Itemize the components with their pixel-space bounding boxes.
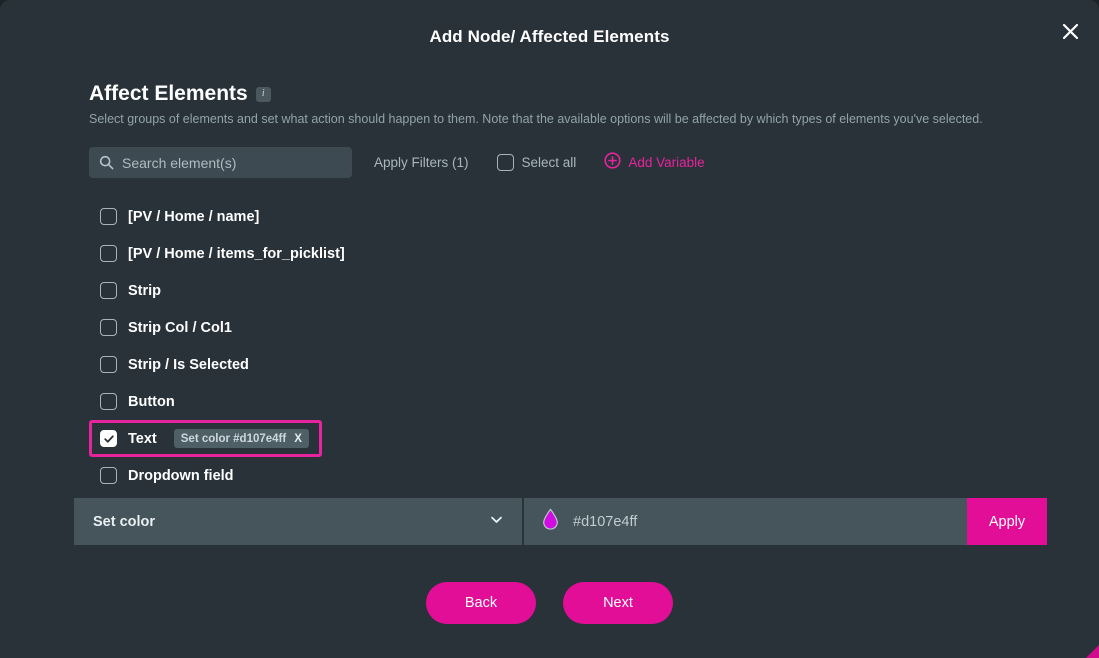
search-placeholder: Search element(s): [122, 154, 237, 171]
footer-buttons: Back Next: [0, 582, 1099, 624]
element-list-item[interactable]: Text Set color #d107e4ff X: [89, 420, 322, 457]
checkbox-box[interactable]: [100, 467, 117, 484]
info-icon[interactable]: i: [255, 86, 271, 102]
checkbox-box[interactable]: [100, 356, 117, 373]
element-list-item[interactable]: Dropdown field: [89, 457, 245, 494]
toolbar: Search element(s) Apply Filters (1) Sele…: [89, 147, 705, 178]
element-list-item-label: Strip / Is Selected: [128, 356, 249, 373]
element-list-item-label: Strip Col / Col1: [128, 319, 232, 336]
section-title: Affect Elements: [89, 82, 248, 105]
element-list-item[interactable]: Strip / Is Selected: [89, 346, 260, 383]
next-button[interactable]: Next: [563, 582, 673, 624]
apply-button[interactable]: Apply: [967, 498, 1047, 545]
checkbox-box: [496, 154, 514, 171]
add-variable-label: Add Variable: [628, 155, 705, 170]
checkbox-box[interactable]: [100, 430, 117, 447]
page-title: Add Node/ Affected Elements: [429, 27, 670, 46]
apply-filters-button[interactable]: Apply Filters (1): [374, 155, 469, 170]
element-list: [PV / Home / name] [PV / Home / items_for…: [89, 198, 649, 494]
remove-tag-icon[interactable]: X: [294, 433, 302, 445]
color-value-text: #d107e4ff: [573, 513, 638, 530]
plus-circle-icon: [604, 151, 621, 174]
section-header: Affect Elements i: [89, 82, 271, 106]
action-type-dropdown[interactable]: Set color: [74, 498, 522, 545]
checkbox-box[interactable]: [100, 393, 117, 410]
close-icon[interactable]: [1053, 14, 1087, 48]
checkbox-box[interactable]: [100, 319, 117, 336]
select-all-label: Select all: [521, 155, 577, 170]
add-node-modal: Add Node/ Affected Elements Affect Eleme…: [0, 0, 1099, 658]
element-list-item-label: Strip: [128, 282, 162, 299]
element-list-item-label: [PV / Home / items_for_picklist]: [128, 245, 345, 262]
element-list-item-label: [PV / Home / name]: [128, 208, 260, 225]
back-button[interactable]: Back: [426, 582, 536, 624]
resize-handle[interactable]: [1086, 645, 1099, 658]
select-all-checkbox[interactable]: Select all: [496, 154, 577, 171]
add-variable-button[interactable]: Add Variable: [604, 151, 705, 174]
checkbox-box[interactable]: [100, 208, 117, 225]
element-list-item[interactable]: Strip: [89, 272, 172, 309]
element-list-item[interactable]: [PV / Home / items_for_picklist]: [89, 235, 356, 272]
element-action-tag: Set color #d107e4ff X: [173, 429, 309, 448]
checkbox-box[interactable]: [100, 245, 117, 262]
element-list-item[interactable]: [PV / Home / name]: [89, 198, 270, 235]
color-droplet-icon[interactable]: [541, 508, 560, 535]
element-list-item-label: Button: [128, 393, 175, 410]
element-list-item-label: Dropdown field: [128, 467, 234, 484]
section-description: Select groups of elements and set what a…: [89, 112, 983, 126]
action-bar: Set color #d107e4ff Apply: [74, 498, 1047, 545]
element-list-item[interactable]: Button: [89, 383, 186, 420]
color-value-input[interactable]: #d107e4ff: [524, 498, 967, 545]
element-list-item[interactable]: Strip Col / Col1: [89, 309, 243, 346]
checkbox-box[interactable]: [100, 282, 117, 299]
element-action-tag-label: Set color #d107e4ff: [180, 432, 287, 445]
chevron-down-icon: [489, 512, 504, 532]
element-list-item-label: Text: [128, 430, 157, 447]
action-type-value: Set color: [93, 513, 156, 530]
search-input[interactable]: Search element(s): [89, 147, 352, 178]
